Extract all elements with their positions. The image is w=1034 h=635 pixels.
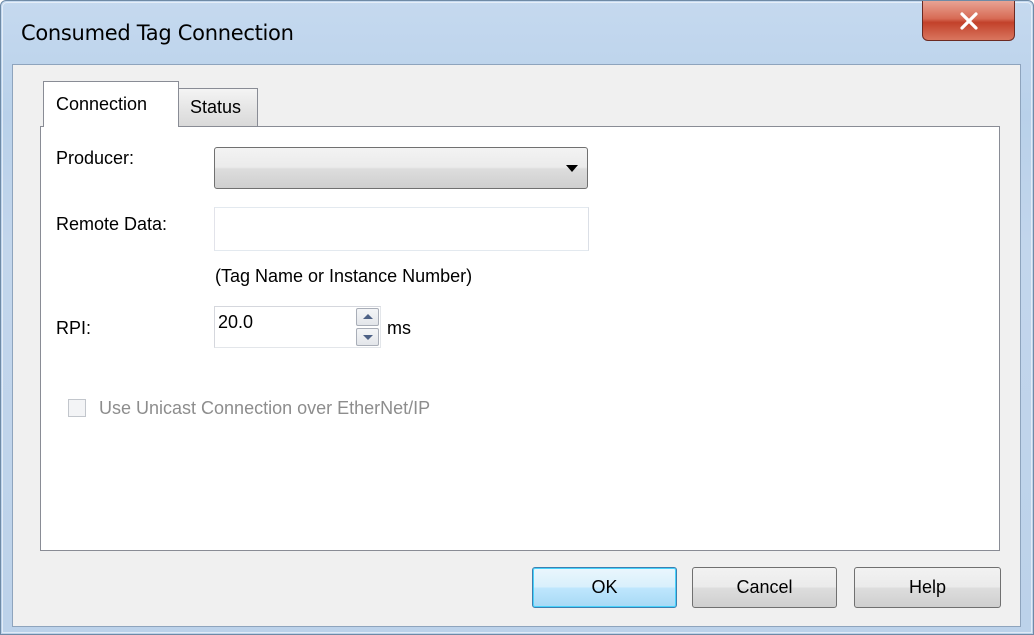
tab-status[interactable]: Status <box>179 88 258 126</box>
ok-button[interactable]: OK <box>532 567 677 608</box>
window-title: Consumed Tag Connection <box>21 21 294 45</box>
remote-data-hint: (Tag Name or Instance Number) <box>215 266 473 286</box>
unicast-label: Use Unicast Connection over EtherNet/IP <box>99 398 431 418</box>
cancel-button[interactable]: Cancel <box>692 567 837 608</box>
close-button[interactable] <box>922 1 1015 41</box>
rpi-decrement-button[interactable] <box>356 328 379 346</box>
producer-label: Producer: <box>56 148 135 168</box>
help-button[interactable]: Help <box>854 567 1001 608</box>
rpi-label: RPI: <box>56 318 92 338</box>
connection-tab-panel <box>40 126 1000 551</box>
remote-data-input[interactable] <box>214 207 589 251</box>
close-icon <box>959 11 978 30</box>
producer-dropdown[interactable] <box>214 147 588 189</box>
chevron-down-icon <box>566 165 578 172</box>
rpi-unit-label: ms <box>387 318 411 338</box>
remote-data-label: Remote Data: <box>56 214 168 234</box>
dialog-window: Consumed Tag Connection Connection Statu… <box>0 0 1034 635</box>
tab-connection[interactable]: Connection <box>43 81 179 127</box>
rpi-stepper <box>356 308 379 346</box>
unicast-checkbox[interactable] <box>68 399 86 417</box>
rpi-increment-button[interactable] <box>356 308 379 326</box>
